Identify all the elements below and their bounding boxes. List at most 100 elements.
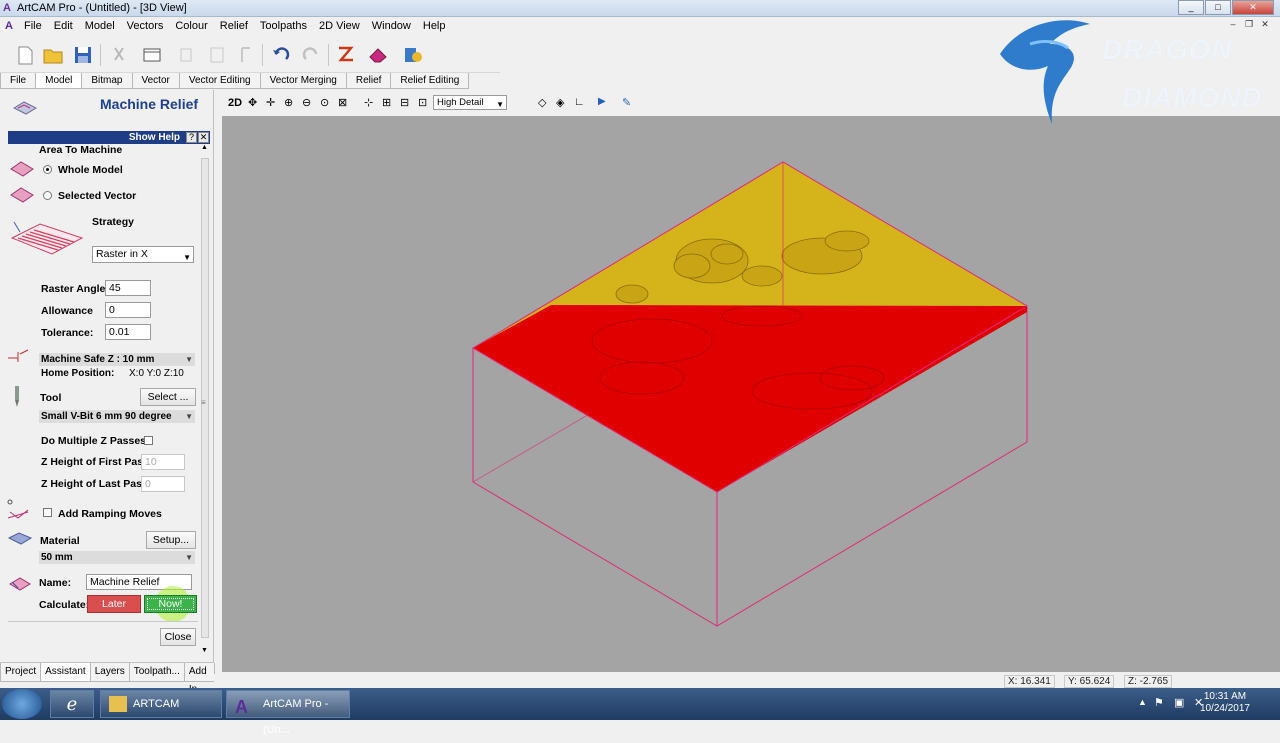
tab-model[interactable]: Model [35,73,83,89]
tab-vector[interactable]: Vector [131,73,180,89]
menu-relief[interactable]: Relief [214,20,254,32]
raster-angle-input[interactable]: 45 [105,280,151,296]
maximize-button[interactable]: □ [1205,0,1231,15]
eraser-icon[interactable] [367,44,389,66]
axis-icon[interactable]: ∟ [574,96,585,108]
menu-toolpaths[interactable]: Toolpaths [254,20,313,32]
paste-icon[interactable] [206,44,228,66]
redo-icon[interactable] [300,44,322,66]
tab-vector-merging[interactable]: Vector Merging [259,73,347,89]
material-dropdown[interactable]: 50 mm ▼ [39,551,195,564]
menu-2d-view[interactable]: 2D View [313,20,366,32]
menu-help[interactable]: Help [417,20,452,32]
view-2d-button[interactable]: 2D [228,97,242,109]
view-axes-icon[interactable]: ⊹ [364,96,373,109]
zoom-in-icon[interactable]: ⊕ [284,96,293,109]
tab-add-in[interactable]: Add In [183,663,215,695]
tab-vector-editing[interactable]: Vector Editing [178,73,261,89]
flag-icon[interactable]: ⚑ [1154,696,1164,709]
z-first-pass-input[interactable]: 10 [141,454,185,470]
selected-vector-radio[interactable] [43,191,52,200]
tool-dropdown[interactable]: Small V-Bit 6 mm 90 degree ▼ [39,410,195,423]
selected-vector-icon [10,187,34,203]
tab-relief[interactable]: Relief [345,73,392,89]
help-close-icon[interactable]: ✕ [198,132,209,143]
zoom-previous-icon[interactable]: ⊙ [320,96,329,109]
start-button[interactable] [2,689,42,719]
whole-model-radio[interactable] [43,165,52,174]
scroll-down-icon[interactable]: ▼ [201,647,208,654]
z-last-pass-input[interactable]: 0 [141,476,185,492]
copy-icon[interactable] [176,44,198,66]
3d-viewport[interactable] [222,116,1280,672]
tab-bitmap[interactable]: Bitmap [81,73,133,89]
select-rectangle-icon[interactable] [141,44,163,66]
cut-icon[interactable] [108,44,130,66]
tool-select-button[interactable]: Select ... [140,388,196,406]
dragon-logo-icon [1000,20,1090,124]
detail-select[interactable]: High Detail ▼ [433,95,507,110]
help-question-icon[interactable]: ? [186,132,197,143]
tray-arrow-icon[interactable]: ▲ [1138,697,1147,707]
menu-vectors[interactable]: Vectors [121,20,170,32]
strategy-select[interactable]: Raster in X ▼ [92,246,194,263]
save-icon[interactable] [72,44,94,66]
menu-model[interactable]: Model [79,20,121,32]
view-front-icon[interactable]: ⊡ [418,96,427,109]
tab-assistant[interactable]: Assistant [40,663,91,682]
tab-project[interactable]: Project [0,663,42,682]
menu-file[interactable]: File [18,20,48,32]
wireframe-icon[interactable]: ◈ [556,96,564,109]
z-first-pass-label: Z Height of First Pass [41,456,149,468]
ramping-label[interactable]: Add Ramping Moves [58,508,162,520]
artcam-menu-icon[interactable]: A [0,20,18,32]
view-top-icon[interactable]: ⊟ [400,96,409,109]
open-folder-icon[interactable] [42,44,64,66]
close-panel-button[interactable]: Close [160,628,196,646]
calculate-now-button[interactable]: Now! [144,595,197,613]
raster-angle-label: Raster Angle: [41,283,109,295]
menu-window[interactable]: Window [366,20,417,32]
colour-picker-icon[interactable]: ✎ [622,96,631,109]
menu-edit[interactable]: Edit [48,20,79,32]
multiple-z-checkbox[interactable] [144,436,153,445]
material-setup-button[interactable]: Setup... [146,531,196,549]
taskbar-clock[interactable]: 10:31 AM 10/24/2017 [1200,691,1250,715]
move-icon[interactable]: ✛ [266,96,275,109]
taskbar-artcam-window[interactable]: A ArtCAM Pro - (Un... [226,690,350,736]
zoom-out-icon[interactable]: ⊖ [302,96,311,109]
zoom-fit-icon[interactable]: ⊠ [338,96,347,109]
relief-z-icon[interactable] [335,44,357,66]
show-help-link[interactable]: Show Help [129,131,180,144]
chevron-down-icon: ▼ [183,253,191,262]
menu-colour[interactable]: Colour [169,20,213,32]
ramping-checkbox[interactable] [43,508,52,517]
status-x: X: 16.341 [1004,675,1055,688]
tolerance-input[interactable]: 0.01 [105,324,151,340]
pan-icon[interactable]: ✥ [248,96,257,109]
tab-layers[interactable]: Layers [89,663,130,682]
whole-model-label[interactable]: Whole Model [58,164,123,176]
taskbar-artcam-folder[interactable]: ARTCAM [100,690,222,718]
play-icon[interactable]: ▶ [598,96,606,107]
safe-z-dropdown[interactable]: Machine Safe Z : 10 mm ▼ [39,353,195,366]
close-window-button[interactable]: ✕ [1232,0,1274,15]
name-label: Name: [39,577,72,589]
selected-vector-label[interactable]: Selected Vector [58,190,136,202]
allowance-input[interactable]: 0 [105,302,151,318]
scroll-up-icon[interactable]: ▲ [201,144,208,151]
minimize-button[interactable]: _ [1178,0,1204,15]
network-icon[interactable]: ▣ [1174,696,1184,709]
tab-toolpaths[interactable]: Toolpath... [128,663,185,682]
view-iso-icon[interactable]: ⊞ [382,96,391,109]
new-file-icon[interactable] [14,44,36,66]
tab-file[interactable]: File [0,73,37,89]
undo-icon[interactable] [270,44,292,66]
shade-icon[interactable]: ◇ [538,96,546,109]
delete-icon[interactable] [236,44,258,66]
tab-relief-editing[interactable]: Relief Editing [390,73,470,89]
ie-icon[interactable]: ℯ [50,690,94,718]
strategy-heading: Strategy [92,216,135,228]
toolpath-wizard-icon[interactable] [402,44,424,66]
calculate-later-button[interactable]: Later [87,595,141,613]
